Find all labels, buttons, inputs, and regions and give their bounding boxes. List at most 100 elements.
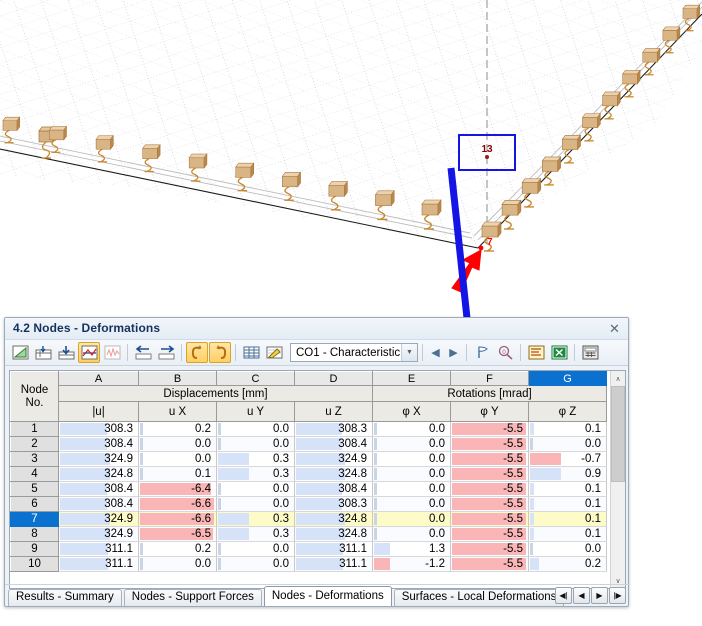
grid-cell[interactable]: -5.5	[450, 481, 529, 497]
table-row[interactable]: 2 308.4 0.0 0.0 308.4 0.0 -5.5 0.0	[10, 436, 607, 452]
row-header[interactable]: 3	[10, 451, 59, 467]
grid-cell[interactable]: 0.0	[372, 421, 451, 437]
grid-cell[interactable]: 0.0	[372, 436, 451, 452]
pager-last-button[interactable]: |▶	[609, 587, 626, 604]
tab-nodes-deformations[interactable]: Nodes - Deformations	[263, 586, 392, 606]
next-table-button[interactable]	[155, 342, 177, 363]
scrollbar-thumb[interactable]	[611, 386, 625, 482]
close-icon[interactable]: ✕	[606, 320, 623, 337]
edit-table-button[interactable]	[263, 342, 285, 363]
previous-load-case-button[interactable]: ◀	[427, 343, 444, 362]
grid-cell[interactable]: 308.4	[294, 481, 373, 497]
grid-cell[interactable]: 0.3	[216, 466, 295, 482]
undo-button[interactable]	[186, 342, 208, 363]
scroll-up-arrow[interactable]: ∧	[611, 371, 625, 386]
table-row[interactable]: 10 311.1 0.0 0.0 311.1 -1.2 -5.5 0.2	[10, 556, 607, 572]
grid-cell[interactable]: 308.3	[294, 421, 373, 437]
grid-cell[interactable]: -5.5	[450, 496, 529, 512]
column-header-a[interactable]: A	[58, 371, 139, 386]
chevron-down-icon[interactable]: ▼	[401, 344, 417, 361]
grid-cell[interactable]: -5.5	[450, 511, 529, 527]
column-header-e[interactable]: E	[372, 371, 451, 386]
table-row[interactable]: 4 324.8 0.1 0.3 324.8 0.0 -5.5 0.9	[10, 466, 607, 482]
row-header[interactable]: 10	[10, 556, 59, 572]
row-header[interactable]: 9	[10, 541, 59, 557]
grid-cell[interactable]: 324.8	[294, 526, 373, 542]
grid-cell[interactable]: 0.0	[372, 466, 451, 482]
grid-cell[interactable]: -0.7	[528, 451, 607, 467]
grid-cell[interactable]: 311.1	[294, 556, 373, 572]
pager-first-button[interactable]: ◀|	[555, 587, 572, 604]
grid-cell[interactable]: 0.0	[372, 496, 451, 512]
tab-nodes-support-forces[interactable]: Nodes - Support Forces	[123, 589, 262, 606]
grid-cell[interactable]: 311.1	[58, 556, 139, 572]
grid-cell[interactable]: -6.4	[138, 481, 217, 497]
grid-cell[interactable]: 324.9	[58, 526, 139, 542]
grid-cell[interactable]: 324.8	[294, 466, 373, 482]
row-header[interactable]: 4	[10, 466, 59, 482]
row-header[interactable]: 8	[10, 526, 59, 542]
table-row[interactable]: 6 308.4 -6.6 0.0 308.3 0.0 -5.5 0.1	[10, 496, 607, 512]
graphic-display-button[interactable]	[9, 342, 31, 363]
column-header-b[interactable]: B	[138, 371, 217, 386]
grid-cell[interactable]: 0.2	[528, 556, 607, 572]
grid-cell[interactable]: 308.3	[294, 496, 373, 512]
grid-cell[interactable]: 0.0	[216, 421, 295, 437]
grid-cell[interactable]: 324.9	[58, 451, 139, 467]
excel-export-button[interactable]	[548, 342, 570, 363]
grid-cell[interactable]: 0.0	[528, 436, 607, 452]
grid-cell[interactable]: -6.6	[138, 496, 217, 512]
grid-cell[interactable]: 0.0	[138, 451, 217, 467]
grid-cell[interactable]: 0.3	[216, 526, 295, 542]
grid-cell[interactable]: 308.4	[58, 436, 139, 452]
grid-cell[interactable]: 0.9	[528, 466, 607, 482]
table-row[interactable]: 5 308.4 -6.4 0.0 308.4 0.0 -5.5 0.1	[10, 481, 607, 497]
export-down-button[interactable]	[55, 342, 77, 363]
grid-cell[interactable]: 0.3	[216, 511, 295, 527]
result-diagram-button[interactable]	[78, 342, 100, 363]
grid-cell[interactable]: 311.1	[294, 541, 373, 557]
grid-cell[interactable]: -5.5	[450, 526, 529, 542]
table-row[interactable]: 7 324.9 -6.6 0.3 324.8 0.0 -5.5 0.1	[10, 511, 607, 527]
row-header[interactable]: 2	[10, 436, 59, 452]
grid-cell[interactable]: -5.5	[450, 436, 529, 452]
grid-cell[interactable]: 0.1	[528, 496, 607, 512]
view-mode-button[interactable]: 0	[494, 342, 516, 363]
row-header[interactable]: 7	[10, 511, 59, 527]
deformations-grid[interactable]: Node No. A B C D E F G Displacements [mm…	[9, 370, 626, 589]
grid-cell[interactable]: -5.5	[450, 466, 529, 482]
grid-cell[interactable]: 0.0	[216, 496, 295, 512]
insert-row-button[interactable]	[32, 342, 54, 363]
selection-filter-button[interactable]	[471, 342, 493, 363]
model-3d-viewport[interactable]: 13 7	[0, 0, 702, 313]
table-row[interactable]: 3 324.9 0.0 0.3 324.9 0.0 -5.5 -0.7	[10, 451, 607, 467]
grid-vertical-scrollbar[interactable]: ∧ ∨	[610, 371, 625, 588]
load-case-combo[interactable]: CO1 - Characteristic ▼	[290, 343, 418, 362]
grid-cell[interactable]: -5.5	[450, 541, 529, 557]
pager-next-button[interactable]: ▶	[591, 587, 608, 604]
grid-cell[interactable]: -1.2	[372, 556, 451, 572]
tab-results-summary[interactable]: Results - Summary	[8, 589, 122, 606]
grid-cell[interactable]: 0.0	[138, 436, 217, 452]
grid-cell[interactable]: -6.5	[138, 526, 217, 542]
grid-cell[interactable]: 0.1	[138, 466, 217, 482]
grid-cell[interactable]: 308.4	[294, 436, 373, 452]
column-header-c[interactable]: C	[216, 371, 295, 386]
grid-cell[interactable]: 0.3	[216, 451, 295, 467]
printout-report-button[interactable]	[525, 342, 547, 363]
previous-table-button[interactable]	[132, 342, 154, 363]
grid-cell[interactable]: 0.1	[528, 526, 607, 542]
grid-cell[interactable]: -5.5	[450, 451, 529, 467]
grid-cell[interactable]: 0.2	[138, 541, 217, 557]
grid-cell[interactable]: 308.4	[58, 496, 139, 512]
grid-cell[interactable]: 0.0	[216, 436, 295, 452]
grid-cell[interactable]: 0.0	[372, 451, 451, 467]
grid-cell[interactable]: 324.9	[58, 511, 139, 527]
grid-cell[interactable]: 0.0	[216, 541, 295, 557]
grid-cell[interactable]: 0.2	[138, 421, 217, 437]
grid-cell[interactable]: 0.0	[372, 481, 451, 497]
next-load-case-button[interactable]: ▶	[445, 343, 462, 362]
grid-cell[interactable]: -5.5	[450, 421, 529, 437]
tab-surfaces-local-deformations[interactable]: Surfaces - Local Deformations	[393, 589, 565, 606]
grid-cell[interactable]: 0.0	[372, 526, 451, 542]
